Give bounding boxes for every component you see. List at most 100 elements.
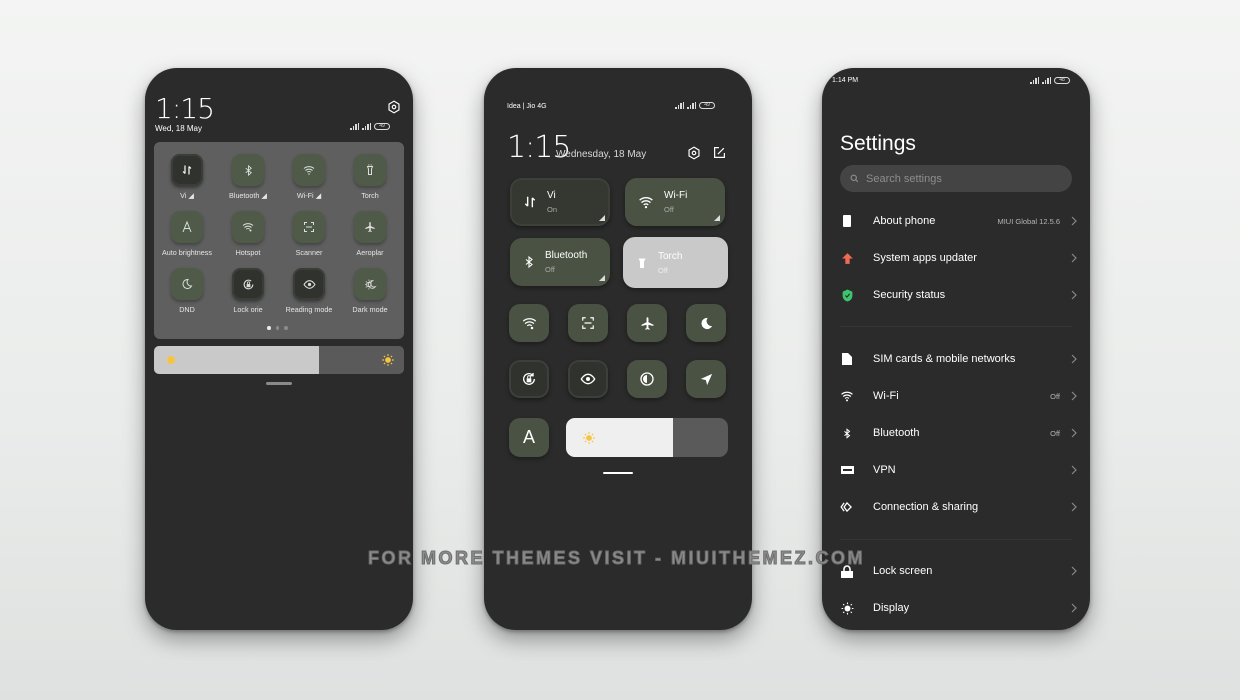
tile-rotation-lock[interactable] bbox=[509, 360, 549, 398]
dark-mode-icon bbox=[354, 268, 386, 300]
chevron-right-icon bbox=[1071, 465, 1077, 475]
connection-sharing-icon bbox=[840, 500, 854, 514]
scanner-icon bbox=[581, 316, 595, 330]
tile-hotspot[interactable] bbox=[509, 304, 549, 342]
signal-icon bbox=[675, 102, 684, 109]
eye-icon bbox=[293, 268, 325, 300]
tile-auto-brightness[interactable]: A bbox=[509, 418, 549, 457]
tile-scanner[interactable]: Scanner bbox=[278, 211, 340, 257]
tile-torch[interactable]: Torch bbox=[339, 154, 401, 200]
tile-dark-mode[interactable]: Dark mode bbox=[339, 268, 401, 314]
tile-label: Lock orie bbox=[233, 305, 263, 314]
carrier-name: Idea | Jio 4G bbox=[507, 103, 547, 110]
airplane-icon bbox=[640, 316, 655, 331]
search-icon bbox=[850, 174, 859, 183]
brightness-slider[interactable] bbox=[154, 346, 404, 374]
expand-corner-icon[interactable] bbox=[599, 275, 605, 281]
tile-label: Reading mode bbox=[285, 305, 333, 314]
date: Wednesday, 18 May bbox=[556, 149, 647, 160]
torch-icon bbox=[636, 256, 648, 270]
tile-label: Vi ◢ bbox=[180, 191, 194, 200]
tile-rotation-lock[interactable]: Lock orie bbox=[217, 268, 279, 314]
chevron-right-icon bbox=[1071, 290, 1077, 300]
wifi-icon bbox=[638, 195, 654, 209]
settings-item-sim-cards[interactable]: SIM cards & mobile networks bbox=[822, 346, 1090, 372]
settings-gear-icon[interactable] bbox=[387, 100, 401, 114]
settings-gear-icon[interactable] bbox=[687, 146, 701, 160]
chevron-right-icon bbox=[1071, 354, 1077, 364]
settings-item-bluetooth[interactable]: Bluetooth Off bbox=[822, 420, 1090, 446]
location-icon bbox=[699, 372, 714, 387]
mobile-data-icon bbox=[523, 195, 537, 209]
update-arrow-icon bbox=[840, 251, 854, 265]
chevron-right-icon bbox=[1071, 428, 1077, 438]
tile-airplane[interactable]: Aeroplar bbox=[339, 211, 401, 257]
date: Wed, 18 May bbox=[155, 124, 202, 133]
tile-location[interactable] bbox=[686, 360, 726, 398]
settings-item-about-phone[interactable]: About phone MIUI Global 12.5.6 bbox=[822, 208, 1090, 234]
watermark-text: FOR MORE THEMES VISIT - MIUITHEMEZ.COM bbox=[368, 548, 865, 569]
wifi-icon bbox=[293, 154, 325, 186]
scanner-icon bbox=[293, 211, 325, 243]
phone-control-center: Idea | Jio 4G 49 1:15 Wednesday, 18 May … bbox=[484, 68, 752, 630]
settings-item-display[interactable]: Display bbox=[822, 595, 1090, 621]
tile-mobile-data[interactable]: Vi On bbox=[510, 178, 610, 226]
settings-item-wifi[interactable]: Wi-Fi Off bbox=[822, 383, 1090, 409]
tile-dnd[interactable] bbox=[686, 304, 726, 342]
bluetooth-icon bbox=[840, 426, 854, 440]
expand-corner-icon[interactable] bbox=[599, 215, 605, 221]
page-indicator[interactable] bbox=[267, 326, 288, 330]
tile-label: Hotspot bbox=[235, 248, 261, 257]
tile-reading-mode[interactable] bbox=[568, 360, 608, 398]
tile-auto-brightness[interactable]: Auto brightness bbox=[156, 211, 218, 257]
item-value: Off bbox=[1050, 391, 1060, 401]
tile-bluetooth[interactable]: Bluetooth Off bbox=[510, 238, 610, 286]
sun-dim-icon bbox=[166, 355, 176, 365]
settings-item-connection-sharing[interactable]: Connection & sharing bbox=[822, 494, 1090, 520]
brightness-slider[interactable] bbox=[566, 418, 728, 457]
tile-dnd[interactable]: DND bbox=[156, 268, 218, 314]
item-label: Connection & sharing bbox=[873, 501, 979, 513]
tile-reading-mode[interactable]: Reading mode bbox=[278, 268, 340, 314]
moon-icon bbox=[171, 268, 203, 300]
item-value: Off bbox=[1050, 428, 1060, 438]
page-title: Settings bbox=[840, 132, 916, 155]
drag-handle[interactable] bbox=[266, 382, 292, 385]
status-time: 1:14 PM bbox=[832, 77, 859, 84]
chevron-right-icon bbox=[1071, 566, 1077, 576]
drag-handle[interactable] bbox=[603, 472, 633, 474]
status-bar: 49 bbox=[675, 102, 715, 109]
phone-settings: 1:14 PM 48 Settings Search settings Abou… bbox=[822, 68, 1090, 630]
settings-item-system-apps-updater[interactable]: System apps updater bbox=[822, 245, 1090, 271]
rotation-lock-icon bbox=[521, 371, 537, 387]
wifi-icon bbox=[840, 389, 854, 403]
tile-airplane[interactable] bbox=[627, 304, 667, 342]
edit-icon[interactable] bbox=[713, 146, 726, 159]
tile-label: DND bbox=[179, 305, 195, 314]
tile-contrast[interactable] bbox=[627, 360, 667, 398]
tile-wifi[interactable]: Wi-Fi ◢ bbox=[278, 154, 340, 200]
tile-label: Wi-Fi ◢ bbox=[296, 191, 322, 200]
tile-label: Bluetooth ◢ bbox=[229, 191, 267, 200]
item-label: Security status bbox=[873, 289, 946, 301]
signal-icon bbox=[362, 123, 371, 130]
signal-icon bbox=[350, 123, 359, 130]
tile-wifi[interactable]: Wi-Fi Off bbox=[625, 178, 725, 226]
eye-icon bbox=[580, 371, 596, 387]
tile-torch[interactable]: Torch Off bbox=[623, 237, 728, 288]
settings-item-security-status[interactable]: Security status bbox=[822, 282, 1090, 308]
tile-scanner[interactable] bbox=[568, 304, 608, 342]
airplane-icon bbox=[354, 211, 386, 243]
hotspot-icon bbox=[232, 211, 264, 243]
settings-item-vpn[interactable]: VPN bbox=[822, 457, 1090, 483]
tile-bluetooth[interactable]: Bluetooth ◢ bbox=[217, 154, 279, 200]
display-sun-icon bbox=[840, 601, 854, 615]
tile-mobile-data[interactable]: Vi ◢ bbox=[156, 154, 218, 200]
hotspot-icon bbox=[522, 316, 537, 330]
search-input[interactable]: Search settings bbox=[840, 165, 1072, 192]
tile-state: Off bbox=[658, 265, 668, 275]
signal-icon bbox=[687, 102, 696, 109]
expand-corner-icon[interactable] bbox=[714, 215, 720, 221]
sun-icon bbox=[582, 431, 596, 445]
tile-hotspot[interactable]: Hotspot bbox=[217, 211, 279, 257]
